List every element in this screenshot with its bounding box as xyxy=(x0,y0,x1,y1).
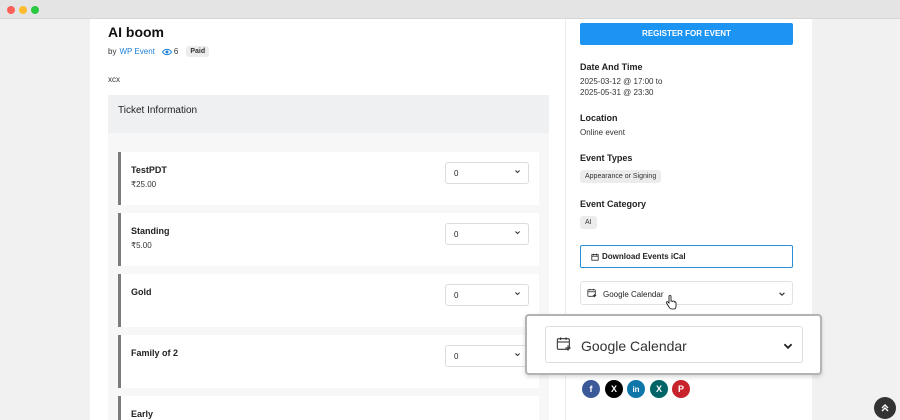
close-window-button[interactable] xyxy=(7,6,15,14)
ticket-card: TestPDT ₹25.00 0 xyxy=(118,152,539,205)
calendar-select-zoomed[interactable]: Google Calendar xyxy=(545,326,803,363)
chevron-down-icon xyxy=(779,292,785,297)
chevron-down-icon xyxy=(783,343,793,350)
ticket-quantity-select[interactable]: 0 xyxy=(445,223,529,245)
event-category-label: Event Category xyxy=(580,199,647,209)
ticket-name: TestPDT xyxy=(131,165,167,175)
date-label: Date And Time xyxy=(580,62,643,72)
ticket-info-title: Ticket Information xyxy=(118,105,198,116)
xing-icon[interactable]: X xyxy=(650,380,668,398)
register-button[interactable]: REGISTER FOR EVENT xyxy=(580,23,793,45)
paid-badge: Paid xyxy=(186,46,210,57)
chevron-down-icon xyxy=(515,170,520,174)
ticket-info-header: Ticket Information xyxy=(108,95,549,133)
location-value: Online event xyxy=(580,128,625,137)
calendar-add-icon xyxy=(587,288,597,298)
hand-cursor-icon xyxy=(666,295,677,310)
ticket-name: Family of 2 xyxy=(131,348,179,358)
linkedin-icon[interactable]: in xyxy=(627,380,645,398)
calendar-add-icon xyxy=(556,337,571,351)
calendar-icon xyxy=(591,253,599,261)
ticket-price: ₹25.00 xyxy=(131,180,157,189)
view-count: 6 xyxy=(173,47,179,56)
ticket-card: Family of 2 0 xyxy=(118,335,539,388)
author-link[interactable]: WP Event xyxy=(119,47,154,56)
maximize-window-button[interactable] xyxy=(31,6,39,14)
double-chevron-up-icon xyxy=(881,404,889,412)
ticket-name: Early xyxy=(131,409,154,419)
event-types-label: Event Types xyxy=(580,153,633,163)
chevron-down-icon xyxy=(515,231,520,235)
chevron-down-icon xyxy=(515,292,520,296)
date-end: 2025-05-31 @ 23:30 xyxy=(580,88,654,97)
x-icon[interactable]: X xyxy=(605,380,623,398)
calendar-select-zoomed-value: Google Calendar xyxy=(581,338,687,354)
calendar-select[interactable]: Google Calendar xyxy=(580,281,793,305)
event-meta: by WP Event 6 Paid xyxy=(108,46,210,57)
ticket-card: Early xyxy=(118,396,539,420)
quantity-value: 0 xyxy=(454,230,459,239)
event-description: xcx xyxy=(108,75,120,84)
quantity-value: 0 xyxy=(454,291,459,300)
ticket-name: Standing xyxy=(131,226,170,236)
event-type-chip[interactable]: Appearance or Signing xyxy=(580,170,662,183)
ticket-card: Standing ₹5.00 0 xyxy=(118,213,539,266)
by-label: by xyxy=(108,47,117,56)
minimize-window-button[interactable] xyxy=(19,6,27,14)
event-category-chip[interactable]: AI xyxy=(580,216,597,229)
ticket-quantity-select[interactable]: 0 xyxy=(445,284,529,306)
ticket-price: ₹5.00 xyxy=(131,241,152,250)
download-ical-button[interactable]: Download Events iCal xyxy=(580,245,793,268)
scroll-to-top-button[interactable] xyxy=(874,397,896,419)
pinterest-icon[interactable]: P xyxy=(672,380,690,398)
quantity-value: 0 xyxy=(454,352,459,361)
calendar-select-value: Google Calendar xyxy=(603,290,664,299)
browser-titlebar xyxy=(0,0,900,19)
event-title: AI boom xyxy=(108,24,164,40)
zoomed-calendar-select-callout: Google Calendar xyxy=(525,314,822,375)
facebook-icon[interactable]: f xyxy=(582,380,600,398)
ticket-quantity-select[interactable]: 0 xyxy=(445,162,529,184)
chevron-down-icon xyxy=(515,353,520,357)
location-label: Location xyxy=(580,113,618,123)
ticket-quantity-select[interactable]: 0 xyxy=(445,345,529,367)
ticket-card: Gold 0 xyxy=(118,274,539,327)
eye-icon xyxy=(161,48,172,55)
quantity-value: 0 xyxy=(454,169,459,178)
ticket-name: Gold xyxy=(131,287,152,297)
download-ical-label: Download Events iCal xyxy=(602,252,686,261)
date-start: 2025-03-12 @ 17:00 to xyxy=(580,77,663,86)
